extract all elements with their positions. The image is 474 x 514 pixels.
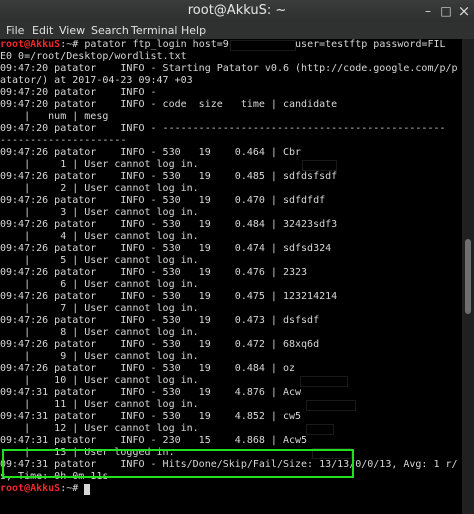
- terminal-line: | num | mesg: [0, 111, 109, 122]
- terminal-line: | 6 | User cannot log in.: [0, 279, 199, 290]
- scrollbar[interactable]: [462, 39, 474, 514]
- menu-bar: File Edit View Search Terminal Help: [0, 22, 474, 39]
- terminal-line: 09:47:26 patator INFO - 530 19 0.464 | C…: [0, 147, 302, 158]
- terminal-line: 09:47:26 patator INFO - 530 19 0.473 | d…: [0, 315, 320, 326]
- redacted-block: [230, 40, 296, 51]
- terminal-line: 09:47:20 patator INFO - Starting Patator…: [0, 63, 458, 74]
- terminal-line: 09:47:20 patator INFO - code size time |…: [0, 99, 338, 110]
- menu-edit[interactable]: Edit: [32, 22, 53, 39]
- terminal-line: 09:47:31 patator INFO - 530 19 4.876 | A…: [0, 387, 302, 398]
- terminal-line: 09:47:20 patator INFO -: [0, 87, 157, 98]
- text-cursor: [84, 484, 91, 495]
- terminal-line: | 1 | User cannot log in.: [0, 159, 199, 170]
- menu-file[interactable]: File: [6, 22, 24, 39]
- terminal-line: ---------------------: [0, 135, 127, 146]
- terminal-window: root@AkkuS: ~ – □ × File Edit View Searc…: [0, 0, 474, 514]
- terminal-line: E0 0=/root/Desktop/wordlist.txt: [0, 51, 187, 62]
- title-bar[interactable]: root@AkkuS: ~ – □ ×: [0, 0, 474, 22]
- terminal-line: 09:47:20 patator INFO - ----------------…: [0, 123, 446, 134]
- terminal-line: | 3 | User cannot log in.: [0, 207, 199, 218]
- close-icon[interactable]: ×: [456, 3, 472, 19]
- redacted-block: [300, 376, 348, 387]
- redacted-block: [306, 424, 334, 435]
- terminal-line: | 12 | User cannot log in.: [0, 423, 199, 434]
- terminal-line: | 8 | User cannot log in.: [0, 327, 199, 338]
- terminal-line: 09:47:26 patator INFO - 530 19 0.470 | s…: [0, 195, 326, 206]
- terminal-line: | 10 | User cannot log in.: [0, 375, 199, 386]
- menu-view[interactable]: View: [59, 22, 85, 39]
- terminal-line: 09:47:31 patator INFO - 230 15 4.868 | A…: [0, 435, 308, 446]
- prompt-user: root@AkkuS: [0, 39, 61, 50]
- terminal-output[interactable]: root@AkkuS:~# patator ftp_login host=9 8…: [0, 39, 462, 514]
- terminal-line: 09:47:26 patator INFO - 530 19 0.484 | 3…: [0, 219, 338, 230]
- terminal-command-line: root@AkkuS:~# patator ftp_login host=9 8…: [0, 39, 446, 51]
- terminal-line: | 5 | User cannot log in.: [0, 255, 199, 266]
- terminal-line: atator/) at 2017-04-23 09:47 +03: [0, 75, 193, 86]
- terminal-line: 09:47:26 patator INFO - 530 19 0.474 | s…: [0, 243, 332, 254]
- minimize-icon[interactable]: –: [420, 3, 436, 19]
- terminal-line: 09:47:26 patator INFO - 530 19 0.484 | o…: [0, 363, 296, 374]
- terminal-line: | 11 | User cannot log in.: [0, 399, 199, 410]
- menu-help[interactable]: Help: [181, 22, 206, 39]
- scrollbar-thumb[interactable]: [465, 239, 471, 314]
- redacted-block: [302, 160, 337, 171]
- maximize-icon[interactable]: □: [438, 3, 454, 19]
- terminal-line: 09:47:26 patator INFO - 530 19 0.485 | s…: [0, 171, 338, 182]
- terminal-line: | 2 | User cannot log in.: [0, 183, 199, 194]
- prompt-suffix: :~#: [60, 483, 85, 494]
- redacted-block: [306, 400, 356, 411]
- terminal-line: 09:47:31 patator INFO - 530 19 4.852 | c…: [0, 411, 302, 422]
- window-title: root@AkkuS: ~: [187, 3, 287, 18]
- terminal-line: 09:47:26 patator INFO - 530 19 0.476 | 2…: [0, 267, 308, 278]
- terminal-line: 09:47:26 patator INFO - 530 19 0.472 | 6…: [0, 339, 320, 350]
- menu-terminal[interactable]: Terminal: [131, 22, 178, 39]
- terminal-line: | 7 | User cannot log in.: [0, 303, 199, 314]
- terminal-line: 09:47:26 patator INFO - 530 19 0.475 | 1…: [0, 291, 338, 302]
- terminal-line: | 9 | User cannot log in.: [0, 351, 199, 362]
- terminal-line: | 4 | User cannot log in.: [0, 231, 199, 242]
- prompt-user: root@AkkuS: [0, 483, 61, 494]
- menu-search[interactable]: Search: [91, 22, 129, 39]
- terminal-prompt-line[interactable]: root@AkkuS:~#: [0, 483, 91, 495]
- success-highlight-box: [2, 449, 354, 478]
- prompt-suffix: :~#: [60, 39, 85, 50]
